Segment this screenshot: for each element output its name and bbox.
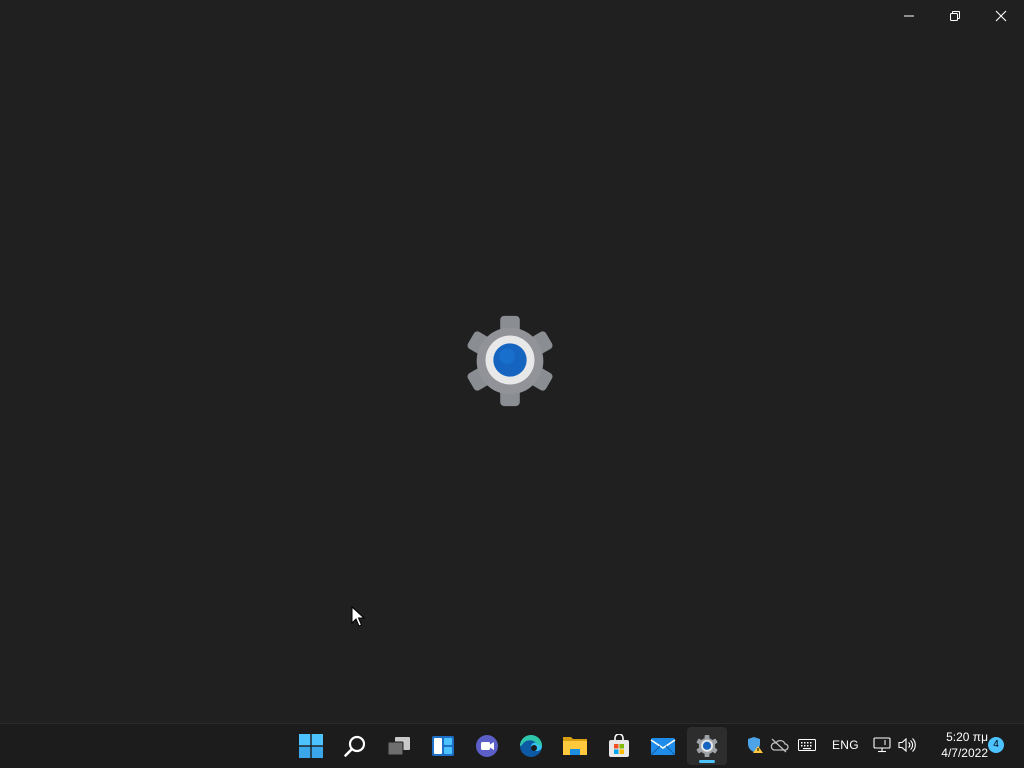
search-icon xyxy=(344,735,366,757)
start-button[interactable] xyxy=(291,727,331,765)
close-button[interactable] xyxy=(978,0,1024,32)
security-warning-icon xyxy=(748,737,763,753)
clock[interactable]: 5:20 πμ 4/7/2022 xyxy=(924,729,988,761)
file-explorer-icon xyxy=(563,737,587,755)
edge-button[interactable] xyxy=(511,727,551,765)
settings-taskbar-button[interactable] xyxy=(687,727,727,765)
task-view-button[interactable] xyxy=(379,727,419,765)
network-tray-button[interactable] xyxy=(872,735,892,755)
language-indicator[interactable]: ENG xyxy=(832,738,859,752)
minimize-button[interactable] xyxy=(886,0,932,32)
caption-buttons xyxy=(886,0,1024,32)
teams-chat-icon xyxy=(476,735,498,757)
touch-keyboard-icon xyxy=(798,739,816,751)
settings-icon xyxy=(696,734,718,758)
clock-date: 4/7/2022 xyxy=(941,746,988,760)
onedrive-tray-button[interactable] xyxy=(769,735,789,755)
search-button[interactable] xyxy=(335,727,375,765)
touch-keyboard-button[interactable] xyxy=(797,735,817,755)
widgets-button[interactable] xyxy=(423,727,463,765)
onedrive-offline-icon xyxy=(770,738,789,753)
network-icon xyxy=(873,737,891,753)
chat-button[interactable] xyxy=(467,727,507,765)
restore-button[interactable] xyxy=(932,0,978,32)
minimize-icon xyxy=(904,15,914,17)
edge-icon xyxy=(520,735,542,757)
taskbar: ENG 5:20 πμ 4/7/2022 4 xyxy=(0,723,1024,768)
widgets-icon xyxy=(432,736,454,756)
active-app-indicator xyxy=(699,760,715,763)
notification-badge[interactable]: 4 xyxy=(988,737,1004,753)
mouse-cursor-icon xyxy=(351,606,365,627)
file-explorer-button[interactable] xyxy=(555,727,595,765)
settings-window xyxy=(0,0,1024,723)
mail-button[interactable] xyxy=(643,727,683,765)
task-view-icon xyxy=(387,737,410,756)
settings-gear-icon xyxy=(467,315,553,407)
clock-time: 5:20 πμ xyxy=(946,730,988,744)
volume-icon xyxy=(898,737,916,753)
volume-tray-button[interactable] xyxy=(897,735,917,755)
store-icon xyxy=(609,734,629,757)
windows-start-icon xyxy=(299,734,323,758)
restore-icon xyxy=(950,11,960,21)
close-icon xyxy=(995,10,1007,22)
mail-icon xyxy=(650,738,676,756)
store-button[interactable] xyxy=(599,727,639,765)
security-tray-button[interactable] xyxy=(745,735,765,755)
